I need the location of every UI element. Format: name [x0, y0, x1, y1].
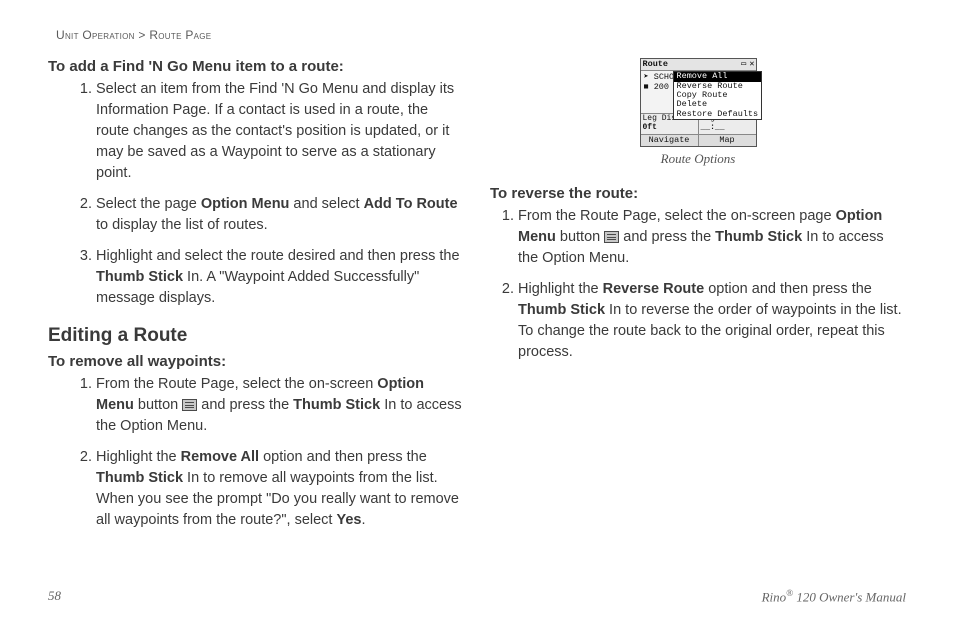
mini-tab-map: Map — [699, 135, 756, 146]
option-menu-icon — [604, 231, 619, 243]
device-screenshot: Route ▭ ✕ ➤ SCHOO ■ 200 Remove All Rever… — [640, 58, 757, 147]
reverse-steps: From the Route Page, select the on-scree… — [490, 206, 906, 363]
breadcrumb-section: Unit Operation — [56, 28, 135, 42]
left-column: To add a Find 'N Go Menu item to a route… — [48, 52, 464, 541]
page-footer: 58 Rino® 120 Owner's Manual — [48, 588, 906, 605]
editing-route-title: Editing a Route — [48, 325, 464, 347]
option-menu-icon — [182, 399, 197, 411]
add-step-3: Highlight and select the route desired a… — [96, 246, 464, 309]
right-column: Route ▭ ✕ ➤ SCHOO ■ 200 Remove All Rever… — [490, 52, 906, 541]
add-title: To add a Find 'N Go Menu item to a route… — [48, 58, 464, 75]
reverse-step-2: Highlight the Reverse Route option and t… — [518, 279, 906, 363]
breadcrumb-page: Route Page — [149, 28, 211, 42]
remove-steps: From the Route Page, select the on-scree… — [48, 374, 464, 531]
mini-menu-restore: Restore Defaults — [674, 110, 762, 119]
reverse-title: To reverse the route: — [490, 185, 906, 202]
remove-step-2: Highlight the Remove All option and then… — [96, 447, 464, 531]
mini-tab-navigate: Navigate — [641, 135, 699, 146]
breadcrumb: Unit Operation > Route Page — [56, 28, 906, 42]
add-steps: Select an item from the Find 'N Go Menu … — [48, 79, 464, 309]
mini-window-controls: ▭ ✕ — [741, 60, 753, 69]
screenshot-caption: Route Options — [490, 151, 906, 167]
add-step-2: Select the page Option Menu and select A… — [96, 194, 464, 236]
page-number: 58 — [48, 588, 61, 605]
remove-step-1: From the Route Page, select the on-scree… — [96, 374, 464, 437]
mini-title: Route — [643, 60, 669, 69]
add-step-1: Select an item from the Find 'N Go Menu … — [96, 79, 464, 184]
reverse-step-1: From the Route Page, select the on-scree… — [518, 206, 906, 269]
mini-context-menu: Remove All Reverse Route Copy Route Dele… — [673, 71, 763, 120]
manual-title: Rino® 120 Owner's Manual — [762, 588, 906, 605]
remove-title: To remove all waypoints: — [48, 353, 464, 370]
